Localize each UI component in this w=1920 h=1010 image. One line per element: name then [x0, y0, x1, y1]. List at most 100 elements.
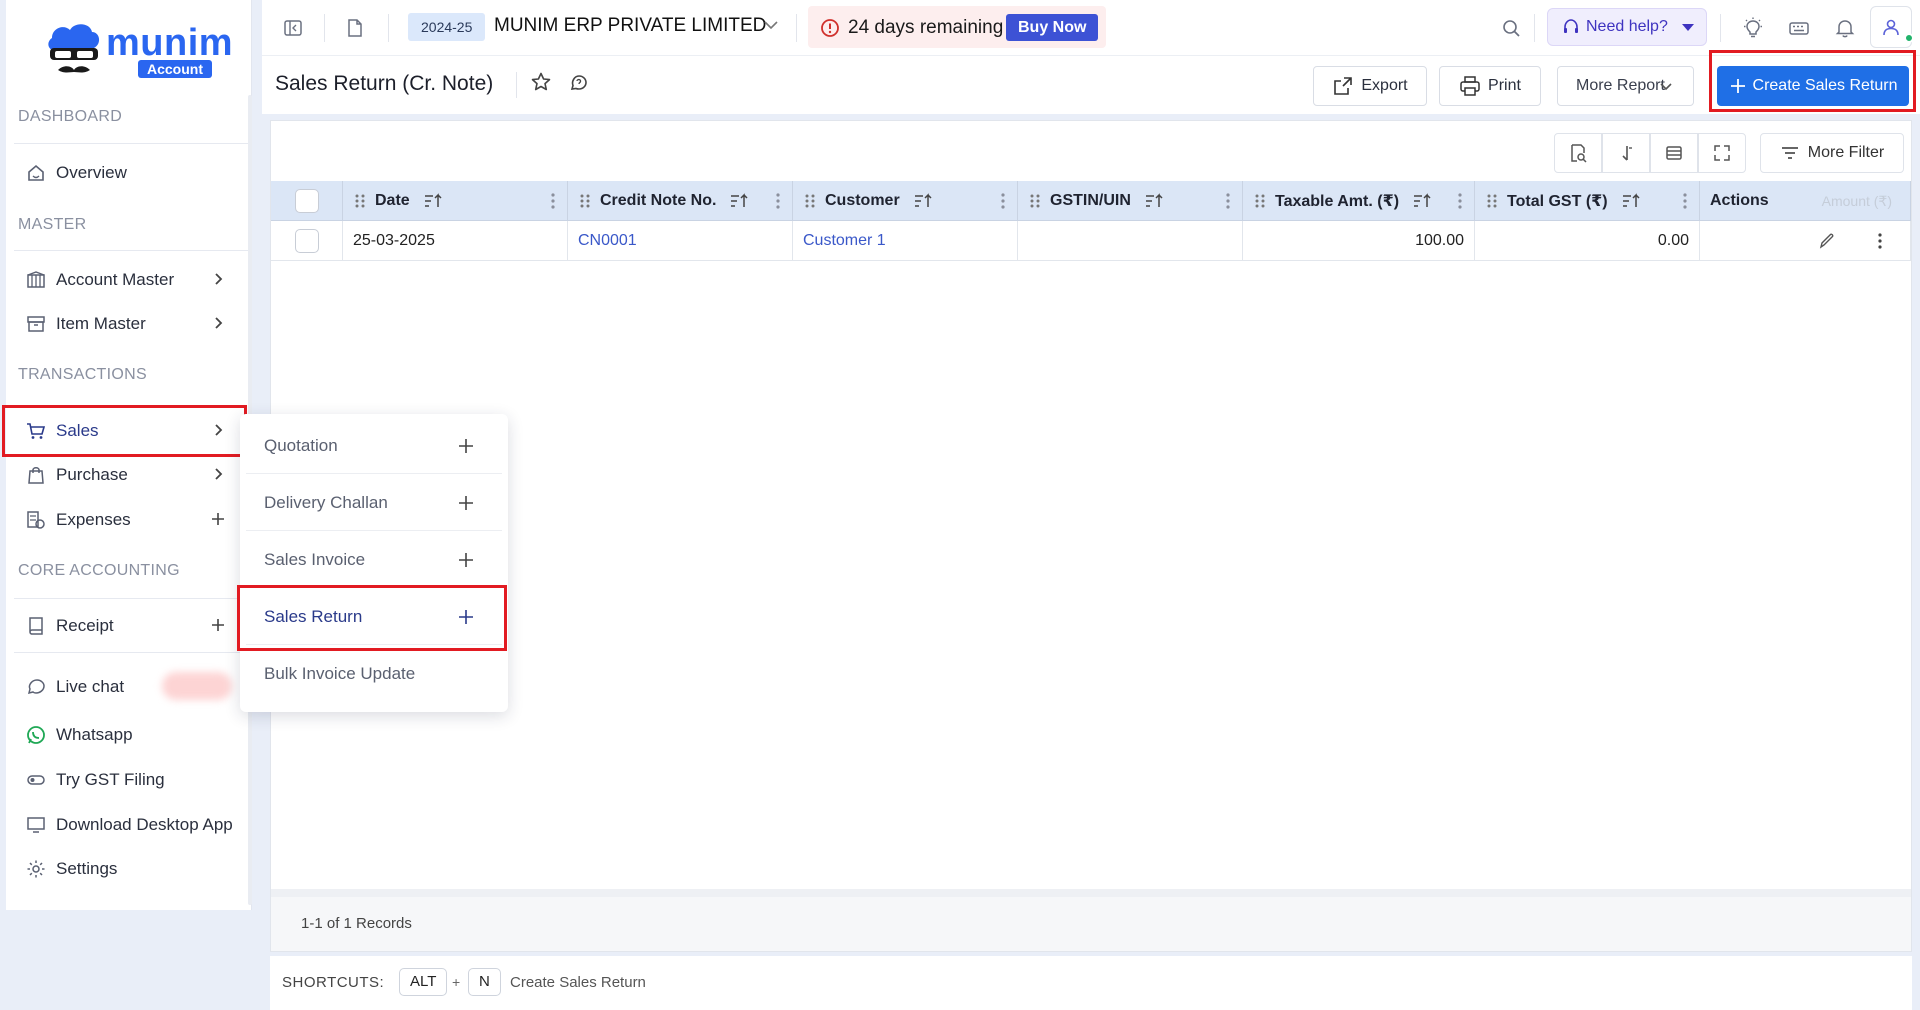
more-report-label: More Report — [1576, 77, 1665, 94]
cell-customer-link[interactable]: Customer 1 — [793, 221, 1018, 261]
drag-handle-icon[interactable] — [1030, 193, 1040, 209]
ideas-button[interactable] — [1736, 11, 1770, 45]
sort-icon[interactable] — [1145, 192, 1163, 209]
density-button[interactable] — [1650, 133, 1698, 173]
sort-icon[interactable] — [424, 192, 442, 209]
export-button[interactable]: Export — [1313, 66, 1427, 106]
chevron-down-icon — [1658, 78, 1674, 94]
sidebar-item-label: Download Desktop App — [56, 815, 233, 834]
edit-pencil-icon[interactable] — [1818, 232, 1836, 250]
chevron-right-icon — [210, 271, 226, 292]
submenu-item-delivery-challan[interactable]: Delivery Challan — [246, 475, 502, 531]
sidebar-item-label: Account Master — [56, 270, 175, 289]
chevron-down-icon[interactable] — [762, 16, 780, 34]
submenu-label: Sales Invoice — [264, 549, 366, 569]
drag-handle-icon[interactable] — [580, 193, 590, 209]
drag-handle-icon[interactable] — [1255, 193, 1265, 209]
sidebar-item-expenses[interactable]: Expenses — [14, 500, 248, 540]
divider — [324, 14, 325, 42]
column-header-date[interactable]: Date — [343, 181, 568, 221]
submenu-item-sales-invoice[interactable]: Sales Invoice — [246, 532, 502, 588]
sort-icon[interactable] — [914, 192, 932, 209]
search-report-button[interactable] — [1554, 133, 1602, 173]
highlight-create-button — [1709, 50, 1916, 112]
sidebar-item-download-app[interactable]: Download Desktop App — [14, 805, 248, 845]
plus-icon[interactable] — [458, 438, 474, 454]
sidebar-item-purchase[interactable]: Purchase — [14, 455, 248, 495]
sort-icon[interactable] — [1413, 192, 1431, 209]
column-header-customer[interactable]: Customer — [793, 181, 1018, 221]
column-header-taxable[interactable]: Taxable Amt. (₹) — [1243, 181, 1475, 221]
collapse-sidebar-button[interactable] — [276, 11, 310, 45]
profile-button[interactable] — [1870, 6, 1914, 48]
plus-icon[interactable] — [458, 495, 474, 511]
column-menu-icon[interactable] — [1226, 193, 1230, 209]
plus-icon[interactable] — [210, 511, 226, 532]
print-button[interactable]: Print — [1439, 66, 1541, 106]
file-button[interactable] — [338, 11, 372, 45]
sort-icon[interactable] — [1622, 192, 1640, 209]
star-icon[interactable] — [530, 71, 552, 93]
sidebar-item-settings[interactable]: Settings — [14, 849, 248, 889]
shopping-bag-icon — [26, 465, 46, 485]
column-menu-icon[interactable] — [1458, 193, 1462, 209]
page-title: Sales Return (Cr. Note) — [275, 72, 494, 95]
column-menu-icon[interactable] — [551, 193, 555, 209]
column-header-credit-note[interactable]: Credit Note No. — [568, 181, 793, 221]
select-all-checkbox[interactable] — [294, 188, 319, 213]
sort-icon[interactable] — [730, 192, 748, 209]
row-checkbox[interactable] — [294, 228, 319, 253]
buy-now-button[interactable]: Buy Now — [1006, 14, 1099, 41]
submenu-label: Bulk Invoice Update — [264, 664, 416, 683]
sidebar-item-try-gst[interactable]: Try GST Filing — [14, 760, 248, 800]
shortcut-description: Create Sales Return — [510, 974, 646, 991]
select-all-cell — [271, 181, 343, 221]
highlight-sales — [2, 405, 247, 457]
drag-handle-icon[interactable] — [805, 193, 815, 209]
printer-icon — [1459, 75, 1481, 97]
sidebar-item-receipt[interactable]: Receipt — [14, 606, 248, 646]
comment-icon[interactable] — [568, 71, 590, 93]
more-filter-label: More Filter — [1807, 144, 1885, 161]
drag-handle-icon[interactable] — [1487, 193, 1497, 209]
brand-logo[interactable]: munim Account — [44, 18, 244, 88]
sidebar-item-overview[interactable]: Overview — [14, 153, 248, 193]
cell-total-gst: 0.00 — [1475, 221, 1700, 261]
more-report-dropdown[interactable]: More Report — [1557, 66, 1694, 106]
column-menu-icon[interactable] — [1683, 193, 1687, 209]
whatsapp-icon — [26, 725, 46, 745]
drag-handle-icon[interactable] — [355, 193, 365, 209]
plus-icon[interactable] — [458, 552, 474, 568]
sidebar-item-label: Purchase — [56, 465, 128, 484]
more-vertical-icon[interactable] — [1878, 233, 1882, 249]
column-header-total-gst[interactable]: Total GST (₹) — [1475, 181, 1700, 221]
company-name[interactable]: MUNIM ERP PRIVATE LIMITED — [494, 15, 766, 37]
fullscreen-button[interactable] — [1698, 133, 1746, 173]
financial-year-badge[interactable]: 2024-25 — [408, 13, 486, 41]
mascot-icon — [44, 20, 104, 84]
search-button[interactable] — [1494, 11, 1528, 45]
submenu-item-quotation[interactable]: Quotation — [246, 418, 502, 474]
submenu-item-bulk-invoice-update[interactable]: Bulk Invoice Update — [246, 646, 502, 702]
report-search-icon — [1568, 143, 1588, 163]
column-menu-icon[interactable] — [1001, 193, 1005, 209]
horizontal-scrollbar[interactable] — [271, 889, 1911, 897]
divider — [14, 250, 248, 251]
need-help-button[interactable]: Need help? — [1547, 8, 1707, 46]
divider — [1534, 14, 1535, 42]
sidebar-item-whatsapp[interactable]: Whatsapp — [14, 715, 248, 755]
plus-icon[interactable] — [210, 617, 226, 638]
column-header-gstin[interactable]: GSTIN/UIN — [1018, 181, 1243, 221]
sidebar-item-item-master[interactable]: Item Master — [14, 304, 248, 344]
notifications-button[interactable] — [1828, 11, 1862, 45]
more-filter-button[interactable]: More Filter — [1760, 133, 1904, 173]
sidebar-item-label: Live chat — [56, 677, 125, 696]
cell-credit-note-link[interactable]: CN0001 — [568, 221, 793, 261]
sort-button[interactable] — [1602, 133, 1650, 173]
keyboard-shortcuts-button[interactable] — [1782, 11, 1816, 45]
section-master: MASTER — [18, 216, 87, 233]
divider — [14, 143, 248, 144]
sidebar-item-account-master[interactable]: Account Master — [14, 260, 248, 300]
column-menu-icon[interactable] — [776, 193, 780, 209]
sort-icon — [1616, 143, 1636, 163]
